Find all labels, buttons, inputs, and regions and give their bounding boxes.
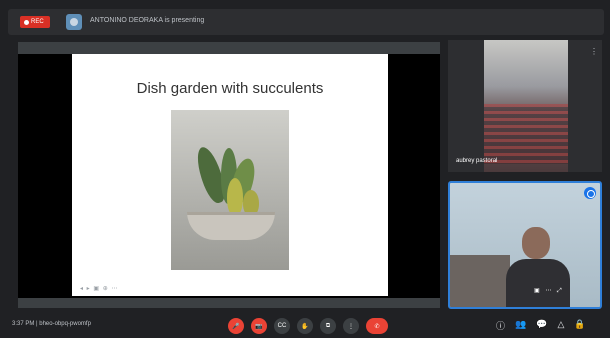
chat-icon[interactable]: 💬 bbox=[536, 319, 547, 332]
slide-nav-controls[interactable]: ◂ ▸ ▣ ⊕ ⋯ bbox=[80, 285, 118, 292]
bottom-bar: 3:37 PM | bheo-obpq-pwomfp 🎤 📷 CC ✋ ⧉ ⋮ … bbox=[0, 312, 610, 338]
call-controls: 🎤 📷 CC ✋ ⧉ ⋮ ✆ bbox=[228, 318, 388, 334]
more-options-icon[interactable]: ⋮ bbox=[590, 48, 598, 56]
captions-button[interactable]: CC bbox=[274, 318, 290, 334]
presenting-status: ANTONINO DEORAKA is presenting bbox=[90, 17, 205, 24]
meeting-time-code: 3:37 PM | bheo-obpq-pwomfp bbox=[12, 321, 91, 327]
microphone-button[interactable]: 🎤 bbox=[228, 318, 244, 334]
raise-hand-button[interactable]: ✋ bbox=[297, 318, 313, 334]
tile-controls[interactable]: ▣ ⋯ ⤢ bbox=[534, 287, 564, 295]
participant-tile[interactable]: aubrey pastoral ⋮ bbox=[448, 40, 602, 172]
shared-slide: Dish garden with succulents ◂ ▸ ▣ ⊕ ⋯ bbox=[72, 54, 388, 296]
more-options-button[interactable]: ⋮ bbox=[343, 318, 359, 334]
people-icon[interactable]: 👥 bbox=[515, 319, 526, 332]
speaking-indicator-icon bbox=[584, 187, 596, 199]
host-controls-icon[interactable]: 🔒 bbox=[574, 319, 585, 332]
meeting-tools: ⓘ 👥 💬 △ 🔒 bbox=[496, 319, 586, 332]
recording-indicator: REC bbox=[20, 16, 50, 28]
camera-button[interactable]: 📷 bbox=[251, 318, 267, 334]
succulent-dish-photo bbox=[171, 110, 289, 270]
info-icon[interactable]: ⓘ bbox=[496, 319, 505, 332]
present-button[interactable]: ⧉ bbox=[320, 318, 336, 334]
self-view-tile[interactable]: ▣ ⋯ ⤢ bbox=[448, 181, 602, 309]
end-call-button[interactable]: ✆ bbox=[366, 318, 388, 334]
slide-title: Dish garden with succulents bbox=[136, 80, 324, 97]
self-view-video bbox=[450, 183, 600, 307]
top-bar: REC ANTONINO DEORAKA is presenting bbox=[8, 9, 604, 35]
activities-icon[interactable]: △ bbox=[557, 319, 564, 332]
participant-name: aubrey pastoral bbox=[456, 158, 498, 164]
presenter-avatar bbox=[66, 14, 82, 30]
participant-video bbox=[484, 40, 568, 172]
dish-pot bbox=[187, 212, 275, 240]
